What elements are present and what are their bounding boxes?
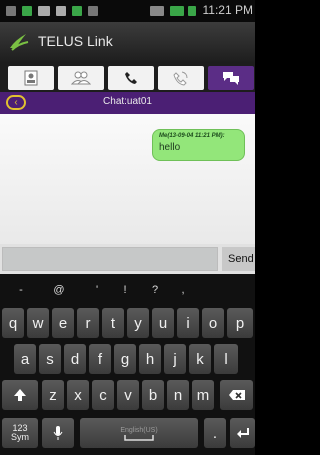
symbols-key-sublabel: Sym xyxy=(11,432,29,442)
message-text: hello xyxy=(159,142,181,153)
tab-group[interactable] xyxy=(58,66,104,90)
send-button[interactable]: Send xyxy=(222,247,255,271)
group-icon xyxy=(71,71,91,85)
key-row-1: q w e r t y u i o p xyxy=(0,308,255,340)
battery-icon xyxy=(188,6,196,16)
key-x[interactable]: x xyxy=(67,380,89,410)
compose-bar: Send xyxy=(0,244,255,274)
tab-call-log[interactable] xyxy=(158,66,204,90)
space-key[interactable]: English(US) xyxy=(80,418,198,448)
period-key[interactable]: . xyxy=(204,418,226,448)
telus-logo-icon xyxy=(10,34,29,51)
message-list: Me(13-09-04 11:21 PM): hello xyxy=(0,114,255,244)
key-d[interactable]: d xyxy=(64,344,86,374)
key-f[interactable]: f xyxy=(89,344,111,374)
tab-bar xyxy=(0,62,255,92)
app-title: TELUS Link xyxy=(38,33,113,49)
key-row-3: z x c v b n m xyxy=(0,380,255,412)
key-question[interactable]: ? xyxy=(140,280,170,300)
key-l[interactable]: l xyxy=(214,344,238,374)
key-i[interactable]: i xyxy=(177,308,199,338)
key-m[interactable]: m xyxy=(192,380,214,410)
key-k[interactable]: k xyxy=(189,344,211,374)
key-g[interactable]: g xyxy=(114,344,136,374)
message-bubble: Me(13-09-04 11:21 PM): hello xyxy=(152,129,245,161)
backspace-key[interactable] xyxy=(220,380,253,410)
space-key-label: English(US) xyxy=(120,426,158,434)
key-j[interactable]: j xyxy=(164,344,186,374)
key-at[interactable]: @ xyxy=(44,280,74,300)
shift-icon xyxy=(14,389,26,401)
key-p[interactable]: p xyxy=(227,308,253,338)
space-bar-icon xyxy=(124,434,154,441)
key-q[interactable]: q xyxy=(2,308,24,338)
download-icon xyxy=(72,6,82,16)
key-z[interactable]: z xyxy=(42,380,64,410)
key-row-4: 123 Sym English(US) . xyxy=(0,418,255,452)
app-bar: TELUS Link xyxy=(0,22,255,62)
microphone-icon xyxy=(53,426,63,440)
sound-icon xyxy=(88,6,98,16)
chat-title: Chat:uat01 xyxy=(103,96,152,107)
key-v[interactable]: v xyxy=(117,380,139,410)
key-c[interactable]: c xyxy=(92,380,114,410)
notification-icon xyxy=(22,6,32,16)
key-exclamation[interactable]: ! xyxy=(110,280,140,300)
call-log-icon xyxy=(173,71,188,86)
mail-icon xyxy=(56,6,66,16)
key-o[interactable]: o xyxy=(202,308,224,338)
symbol-row: - @ ' ! ? , xyxy=(0,280,255,300)
key-s[interactable]: s xyxy=(39,344,61,374)
key-h[interactable]: h xyxy=(139,344,161,374)
tab-chat[interactable] xyxy=(208,66,254,90)
signal-icon xyxy=(170,6,184,16)
key-apostrophe[interactable]: ' xyxy=(82,280,112,300)
tab-contact-card[interactable] xyxy=(8,66,54,90)
key-t[interactable]: t xyxy=(102,308,124,338)
keyboard: - @ ' ! ? , q w e r t y u i o p a s d f … xyxy=(0,274,255,455)
key-e[interactable]: e xyxy=(52,308,74,338)
contact-card-icon xyxy=(24,70,38,86)
message-input[interactable] xyxy=(2,247,218,271)
enter-key[interactable] xyxy=(230,418,255,448)
key-a[interactable]: a xyxy=(14,344,36,374)
backspace-icon xyxy=(228,390,245,400)
key-w[interactable]: w xyxy=(27,308,49,338)
key-row-2: a s d f g h j k l xyxy=(0,344,255,376)
key-n[interactable]: n xyxy=(167,380,189,410)
key-comma[interactable]: , xyxy=(168,280,198,300)
chat-bubbles-icon xyxy=(223,72,239,85)
phone-icon xyxy=(125,72,137,84)
notification-icon xyxy=(6,6,16,16)
status-bar: 11:21 PM xyxy=(0,0,255,22)
key-dash[interactable]: - xyxy=(6,280,36,300)
lte-icon xyxy=(150,6,164,16)
chat-header: ‹ Chat:uat01 xyxy=(0,92,255,114)
enter-icon xyxy=(236,428,249,438)
clock: 11:21 PM xyxy=(202,3,253,17)
key-y[interactable]: y xyxy=(127,308,149,338)
shift-key[interactable] xyxy=(2,380,38,410)
image-icon xyxy=(38,6,50,16)
key-u[interactable]: u xyxy=(152,308,174,338)
key-b[interactable]: b xyxy=(142,380,164,410)
message-meta: Me(13-09-04 11:21 PM): xyxy=(159,133,225,139)
key-r[interactable]: r xyxy=(77,308,99,338)
tab-call[interactable] xyxy=(108,66,154,90)
symbols-key[interactable]: 123 Sym xyxy=(2,418,38,448)
voice-input-key[interactable] xyxy=(42,418,74,448)
